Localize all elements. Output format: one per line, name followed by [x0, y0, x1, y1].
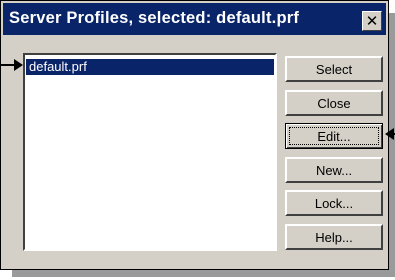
- edit-button[interactable]: Edit...: [285, 123, 383, 149]
- list-item[interactable]: default.prf: [26, 59, 274, 75]
- title-bar: Server Profiles, selected: default.prf: [3, 3, 386, 35]
- profiles-list[interactable]: default.prf: [23, 53, 277, 251]
- dialog-title: Server Profiles, selected: default.prf: [9, 9, 300, 27]
- select-button[interactable]: Select: [285, 56, 383, 82]
- lock-button[interactable]: Lock...: [285, 190, 383, 216]
- help-button[interactable]: Help...: [285, 224, 383, 250]
- close-dialog-button[interactable]: Close: [285, 90, 383, 116]
- close-icon: ✕: [365, 12, 379, 30]
- server-profiles-dialog: Server Profiles, selected: default.prf ✕…: [0, 0, 389, 270]
- close-button[interactable]: ✕: [362, 11, 382, 31]
- arrow-right-head: [14, 59, 23, 71]
- new-button[interactable]: New...: [285, 157, 383, 183]
- focus-rectangle: [289, 127, 379, 145]
